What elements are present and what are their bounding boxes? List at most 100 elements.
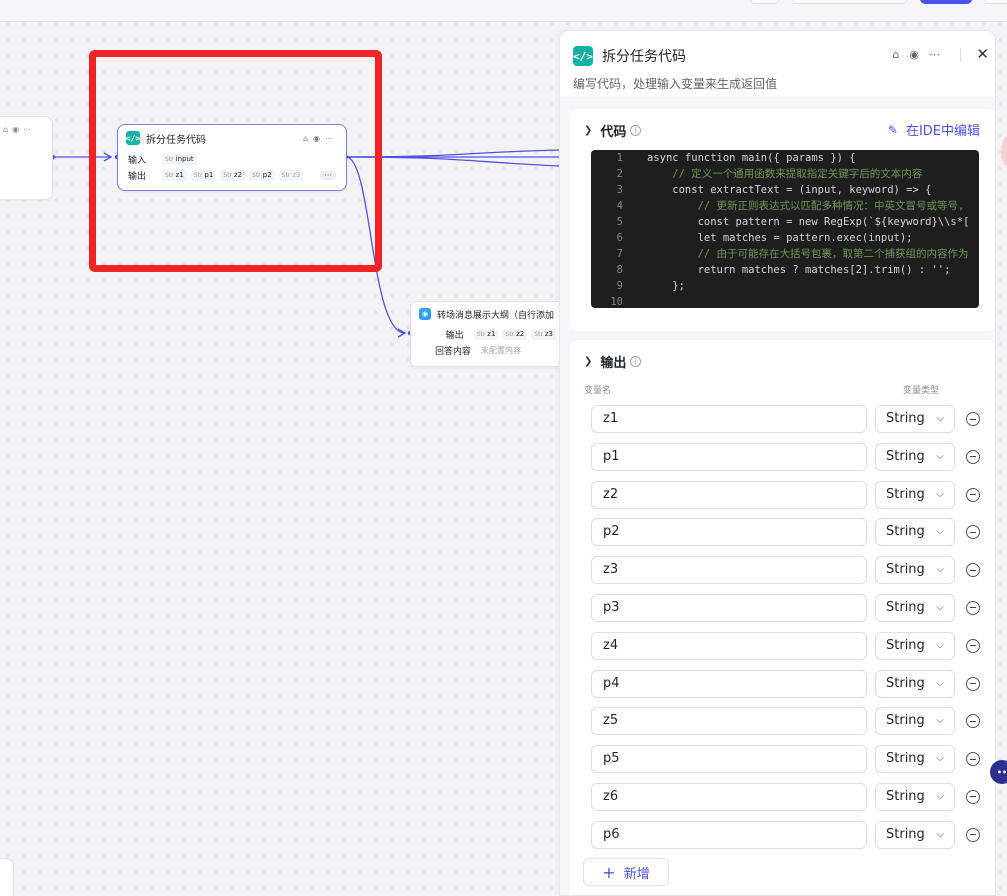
variable-name-input[interactable]: p1 <box>591 442 867 471</box>
code-line[interactable]: 3 const extractText = (input, keyword) =… <box>591 182 979 198</box>
code-text: const extractText = (input, keyword) => … <box>647 184 932 196</box>
line-number: 4 <box>616 200 623 212</box>
chevron-down-icon: ⌵ <box>936 677 944 689</box>
variable-name-input[interactable]: z6 <box>591 782 867 811</box>
line-number: 3 <box>616 184 623 196</box>
variable-type-select[interactable]: String ⌵ <box>875 442 955 471</box>
variable-type-select[interactable]: String ⌵ <box>875 707 955 736</box>
output-tag: Str z1 <box>473 328 499 340</box>
variable-name-input[interactable]: z4 <box>591 631 867 660</box>
info-icon[interactable]: i <box>630 356 642 367</box>
remove-variable-icon[interactable] <box>966 827 980 842</box>
code-section-header[interactable]: ❯ 代码 i <box>584 121 642 140</box>
variable-name-input[interactable]: z3 <box>591 556 867 585</box>
assistant-icon[interactable]: •• <box>990 760 1007 784</box>
variable-type-value: String <box>886 411 925 426</box>
remove-variable-icon[interactable] <box>966 752 980 767</box>
variable-type-select[interactable]: String ⌵ <box>875 631 955 660</box>
variable-type-value: String <box>886 713 925 729</box>
variable-type-select[interactable]: String ⌵ <box>875 820 955 849</box>
remove-variable-icon[interactable] <box>966 638 980 653</box>
code-line[interactable]: 10 <box>591 294 979 308</box>
line-number: 9 <box>616 280 623 292</box>
variable-type-select[interactable]: String ⌵ <box>875 593 955 622</box>
variable-type-value: String <box>886 562 925 578</box>
chevron-down-icon: ⌵ <box>936 564 944 576</box>
code-line[interactable]: 2 // 定义一个通用函数来提取指定关键字后的文本内容 <box>591 166 979 182</box>
variable-name-input[interactable]: z5 <box>591 707 867 736</box>
remove-variable-icon[interactable] <box>966 789 980 804</box>
message-icon: ◉ <box>419 308 431 320</box>
code-section: ❯ 代码 i ✎ 在IDE中编辑 1 async function main({ … <box>570 109 995 331</box>
chevron-down-icon: ⌵ <box>936 828 944 840</box>
variable-name-input[interactable]: p2 <box>591 518 867 547</box>
panel-header: </> 拆分任务代码 编写代码，处理输入变量来生成返回值 ⌂◉⋯ ✕ <box>560 31 995 97</box>
edit-icon: ✎ <box>887 122 898 137</box>
remove-variable-icon[interactable] <box>966 563 980 578</box>
remove-variable-icon[interactable] <box>966 525 980 540</box>
variable-name-input[interactable]: z1 <box>591 405 867 433</box>
divider <box>960 48 961 62</box>
variable-name-input[interactable]: z2 <box>591 480 867 509</box>
remove-variable-icon[interactable] <box>966 412 980 426</box>
variable-name-input[interactable]: p4 <box>591 669 867 698</box>
variable-type-select[interactable]: String ⌵ <box>875 745 955 774</box>
variable-type-value: String <box>886 788 925 804</box>
reply-label: 回答内容 <box>434 346 471 357</box>
node-title: 转场消息展示大纲（自行添加 <box>437 310 555 321</box>
line-number: 2 <box>616 168 623 180</box>
variable-type-select[interactable]: String ⌵ <box>875 518 955 547</box>
chevron-down-icon: ⌵ <box>936 488 944 500</box>
code-text: const pattern = new RegExp(`${keyword}\\… <box>647 216 970 228</box>
canvas-control[interactable] <box>0 858 14 896</box>
close-icon[interactable]: ✕ <box>976 45 989 63</box>
node-tool-icons: ⌂◉⋯ <box>3 125 36 134</box>
code-text: // 由于可能存在大括号包裹，取第二个捕获组的内容作为 <box>647 248 969 260</box>
code-editor[interactable]: 1 async function main({ params }) {2 // 定… <box>591 150 979 308</box>
chevron-down-icon: ⌵ <box>936 790 944 802</box>
variable-name-input[interactable]: p6 <box>591 820 867 849</box>
add-variable-button[interactable]: + 新增 <box>583 858 669 886</box>
remove-variable-icon[interactable] <box>966 714 980 729</box>
code-line[interactable]: 9 }; <box>591 278 979 294</box>
variable-name-input[interactable]: p3 <box>591 593 867 622</box>
info-icon[interactable]: i <box>630 125 642 136</box>
start-node[interactable]: ⌂◉⋯ <box>0 116 53 200</box>
output-tag: Str z2 <box>502 328 528 340</box>
column-header-name: 变量名 <box>584 386 612 396</box>
chevron-down-icon: ⌵ <box>936 715 944 727</box>
variable-type-select[interactable]: String ⌵ <box>875 669 955 698</box>
edit-in-ide-link[interactable]: ✎ 在IDE中编辑 <box>887 120 980 140</box>
plus-icon: + <box>602 862 616 882</box>
variable-type-select[interactable]: String ⌵ <box>875 782 955 811</box>
panel-tool-icons[interactable]: ⌂◉⋯ <box>892 48 950 61</box>
remove-variable-icon[interactable] <box>966 449 980 464</box>
code-text: }; <box>647 280 685 292</box>
code-line[interactable]: 4 // 更新正则表达式以匹配多种情况：中英文冒号或等号, <box>591 198 979 214</box>
code-line[interactable]: 6 let matches = pattern.exec(input); <box>591 230 979 246</box>
remove-variable-icon[interactable] <box>966 600 980 615</box>
reply-value: 未配置内容 <box>481 345 521 355</box>
message-node[interactable]: ◉ 转场消息展示大纲（自行添加 输出 Str z1 Str z2 Str z3 回答内… <box>410 301 570 367</box>
code-line[interactable]: 8 return matches ? matches[2].trim() : '… <box>591 262 979 278</box>
panel-description: 编写代码，处理输入变量来生成返回值 <box>573 77 778 91</box>
output-section-header[interactable]: ❯ 输出 i <box>584 352 642 371</box>
chevron-down-icon[interactable]: ❯ <box>584 125 592 136</box>
highlight-box <box>89 50 382 272</box>
chevron-down-icon[interactable]: ❯ <box>584 356 592 367</box>
variable-name-input[interactable]: p5 <box>591 745 867 774</box>
chevron-down-icon: ⌵ <box>936 601 944 613</box>
variable-type-select[interactable]: String ⌵ <box>875 405 955 433</box>
remove-variable-icon[interactable] <box>966 676 980 691</box>
variable-type-select[interactable]: String ⌵ <box>875 480 955 509</box>
code-line[interactable]: 7 // 由于可能存在大括号包裹，取第二个捕获组的内容作为 <box>591 246 979 262</box>
panel-title: 拆分任务代码 <box>602 49 686 65</box>
code-text: // 更新正则表达式以匹配多种情况：中英文冒号或等号, <box>647 200 965 212</box>
code-text: // 定义一个通用函数来提取指定关键字后的文本内容 <box>647 168 923 180</box>
variable-type-select[interactable]: String ⌵ <box>875 556 955 585</box>
code-line[interactable]: 1 async function main({ params }) { <box>591 150 979 166</box>
code-line[interactable]: 5 const pattern = new RegExp(`${keyword}… <box>591 214 979 230</box>
remove-variable-icon[interactable] <box>966 487 980 502</box>
chevron-down-icon: ⌵ <box>936 639 944 651</box>
variable-type-value: String <box>886 486 925 502</box>
